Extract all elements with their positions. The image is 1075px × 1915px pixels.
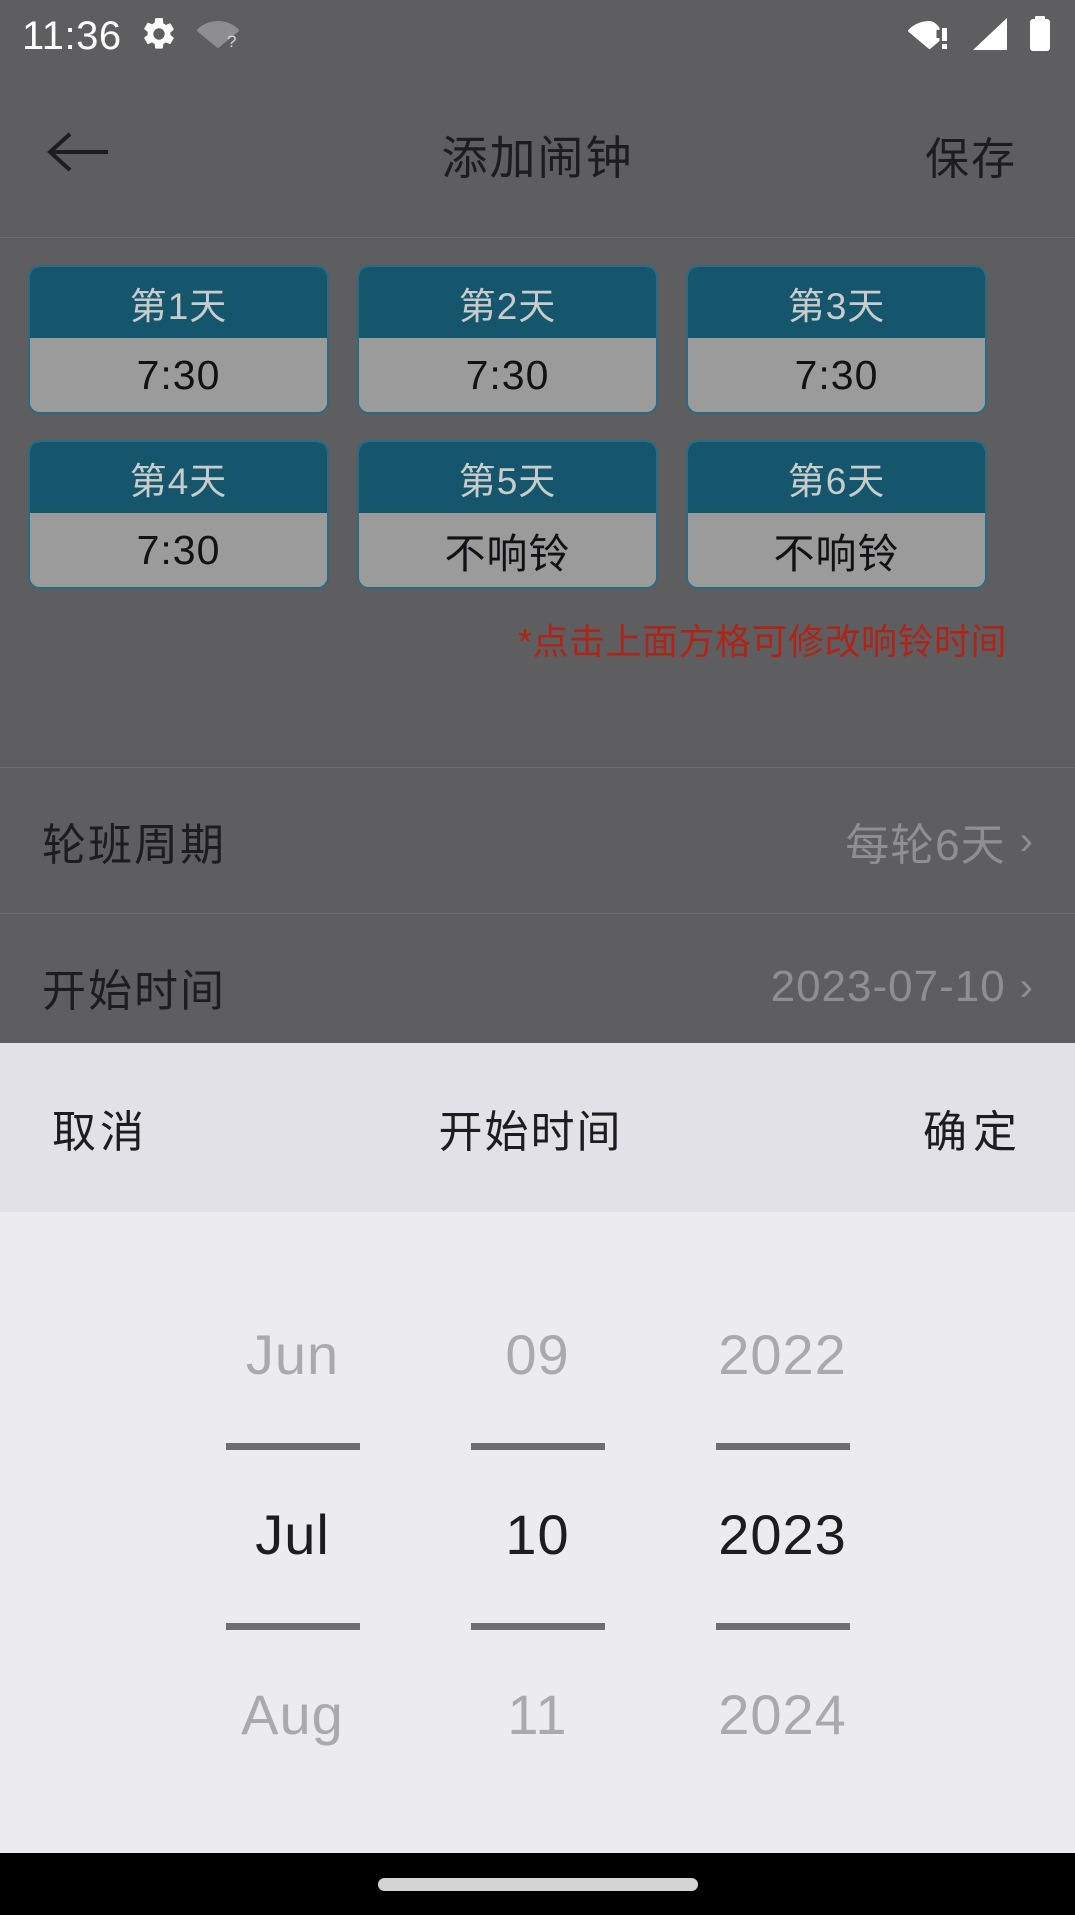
month-wheel[interactable]: Jun Jul Aug xyxy=(170,1212,415,1853)
chevron-right-icon: › xyxy=(1019,818,1033,863)
day-card-label: 第6天 xyxy=(688,442,985,513)
day-card-time: 不响铃 xyxy=(359,513,656,587)
day-cards-grid: 第1天 7:30 第2天 7:30 第3天 7:30 第4天 7:30 第5天 … xyxy=(0,239,1075,764)
setting-row-start-date[interactable]: 开始时间 2023-07-10 › xyxy=(0,913,1075,1059)
status-clock: 11:36 xyxy=(22,13,122,58)
page-title: 添加闹钟 xyxy=(441,131,634,184)
day-cards-row-1: 第1天 7:30 第2天 7:30 第3天 7:30 xyxy=(28,265,1047,414)
setting-row-shift-cycle[interactable]: 轮班周期 每轮6天 › xyxy=(0,767,1075,913)
day-card-label: 第3天 xyxy=(688,267,985,338)
wheel-divider-bottom xyxy=(225,1623,360,1630)
wheel-divider-top xyxy=(225,1443,360,1450)
day-card-label: 第5天 xyxy=(359,442,656,513)
day-card-time: 7:30 xyxy=(359,338,656,412)
day-card-time: 7:30 xyxy=(30,513,327,587)
wheel-divider-bottom xyxy=(470,1623,605,1630)
app-content-dimmed: 11:36 ? 添加闹钟 保存 第1天 7:30 第2天 7:30 第3天 7:… xyxy=(0,0,1075,1043)
title-bar: 添加闹钟 保存 xyxy=(0,72,1075,238)
cellular-signal-icon xyxy=(969,16,1011,57)
day-card[interactable]: 第6天 不响铃 xyxy=(686,440,987,589)
day-wheel-item-selected[interactable]: 10 xyxy=(415,1444,660,1624)
confirm-button[interactable]: 确定 xyxy=(923,1096,1023,1160)
day-card-time: 不响铃 xyxy=(688,513,985,587)
edit-hint-text: *点击上面方格可修改响铃时间 xyxy=(517,621,1007,662)
system-nav-bar xyxy=(0,1853,1075,1915)
gesture-pill[interactable] xyxy=(377,1877,698,1891)
month-wheel-item-selected[interactable]: Jul xyxy=(170,1444,415,1624)
day-card-label: 第2天 xyxy=(359,267,656,338)
year-wheel[interactable]: 2022 2023 2024 xyxy=(660,1212,905,1853)
status-bar-right xyxy=(907,15,1053,58)
wheel-divider-top xyxy=(470,1443,605,1450)
chevron-right-icon: › xyxy=(1019,964,1033,1009)
day-wheel-item-above[interactable]: 09 xyxy=(415,1264,660,1444)
setting-value: 2023-07-10 xyxy=(770,961,1006,1011)
day-card[interactable]: 第4天 7:30 xyxy=(28,440,329,589)
day-card-time: 7:30 xyxy=(688,338,985,412)
day-card[interactable]: 第1天 7:30 xyxy=(28,265,329,414)
year-wheel-item-above[interactable]: 2022 xyxy=(660,1264,905,1444)
date-picker-wheels: Jun Jul Aug 09 10 11 2022 2023 2024 xyxy=(0,1212,1075,1853)
status-bar: 11:36 ? xyxy=(0,0,1075,72)
wifi-alert-icon xyxy=(907,16,953,57)
cancel-button[interactable]: 取消 xyxy=(52,1096,148,1160)
phone-screen: 11:36 ? 添加闹钟 保存 第1天 7:30 第2天 7:30 第3天 7:… xyxy=(0,0,1075,1915)
month-wheel-item-above[interactable]: Jun xyxy=(170,1264,415,1444)
day-card[interactable]: 第3天 7:30 xyxy=(686,265,987,414)
battery-icon xyxy=(1027,15,1053,58)
settings-list: 轮班周期 每轮6天 › 开始时间 2023-07-10 › xyxy=(0,767,1075,1059)
save-button[interactable]: 保存 xyxy=(925,123,1017,187)
year-wheel-item-selected[interactable]: 2023 xyxy=(660,1444,905,1624)
setting-value-wrap: 2023-07-10 › xyxy=(771,962,1033,1012)
year-wheel-item-below[interactable]: 2024 xyxy=(660,1624,905,1804)
day-card[interactable]: 第2天 7:30 xyxy=(357,265,658,414)
wheel-divider-top xyxy=(715,1443,850,1450)
setting-value: 每轮6天 xyxy=(845,820,1006,870)
gear-icon xyxy=(140,15,178,58)
day-wheel[interactable]: 09 10 11 xyxy=(415,1212,660,1853)
day-card-time: 7:30 xyxy=(30,338,327,412)
day-wheel-item-below[interactable]: 11 xyxy=(415,1624,660,1804)
setting-value-wrap: 每轮6天 › xyxy=(845,809,1033,873)
day-card-label: 第4天 xyxy=(30,442,327,513)
setting-label: 开始时间 xyxy=(42,966,226,1016)
day-card[interactable]: 第5天 不响铃 xyxy=(357,440,658,589)
svg-text:?: ? xyxy=(227,32,236,51)
wifi-question-icon: ? xyxy=(196,17,240,56)
month-wheel-item-below[interactable]: Aug xyxy=(170,1624,415,1804)
day-cards-row-2: 第4天 7:30 第5天 不响铃 第6天 不响铃 xyxy=(28,440,1047,589)
date-picker-title: 开始时间 xyxy=(438,1107,623,1157)
day-card-label: 第1天 xyxy=(30,267,327,338)
wheel-divider-bottom xyxy=(715,1623,850,1630)
setting-label: 轮班周期 xyxy=(42,820,226,870)
status-bar-left: 11:36 ? xyxy=(22,14,240,59)
date-picker-header: 取消 开始时间 确定 xyxy=(0,1043,1075,1212)
date-picker-sheet: 取消 开始时间 确定 Jun Jul Aug 09 10 11 2022 202… xyxy=(0,1043,1075,1853)
